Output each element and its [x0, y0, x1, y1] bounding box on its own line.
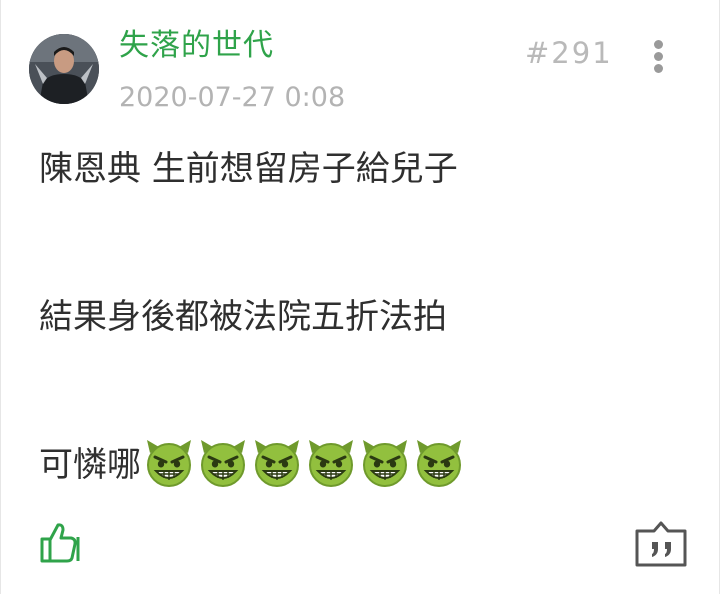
content-text: 可憐哪 — [39, 445, 141, 485]
smiling-imp-emoji — [143, 437, 195, 489]
floor-number: #291 — [525, 36, 613, 70]
content-line: 結果身後都被法院五折法拍 — [39, 297, 447, 337]
post-card: 失落的世代 2020-07-27 0:08 #291 陳恩典 生前想留房子給兒子… — [0, 0, 720, 594]
emoji-row — [143, 437, 467, 489]
smiling-imp-emoji — [251, 437, 303, 489]
thumbs-up-icon[interactable] — [38, 519, 84, 565]
username[interactable]: 失落的世代 — [119, 26, 274, 66]
content-line: 陳恩典 生前想留房子給兒子 — [39, 149, 458, 189]
post-content: 陳恩典 生前想留房子給兒子 結果身後都被法院五折法拍 可憐哪 — [39, 140, 689, 494]
post-timestamp: 2020-07-27 0:08 — [119, 82, 346, 113]
smiling-imp-emoji — [305, 437, 357, 489]
more-vertical-icon[interactable] — [647, 38, 671, 74]
quote-reply-icon[interactable] — [634, 520, 688, 568]
smiling-imp-emoji — [359, 437, 411, 489]
smiling-imp-emoji — [413, 437, 465, 489]
smiling-imp-emoji — [197, 437, 249, 489]
content-line: 可憐哪 — [39, 436, 689, 494]
user-avatar[interactable] — [29, 34, 99, 104]
